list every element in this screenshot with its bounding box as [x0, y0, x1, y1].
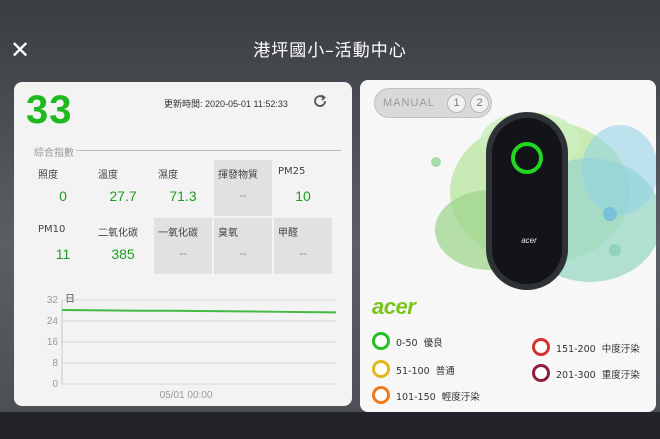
chart-legend-label: 日	[65, 294, 75, 305]
chart-x-tick-label: 05/01 00:00	[160, 390, 213, 401]
legend-ring-icon	[372, 386, 390, 404]
mode-label: MANUAL	[383, 97, 435, 109]
reading-label: 甲醛	[278, 228, 298, 239]
chart-y-tick-label: 32	[47, 295, 59, 306]
chart-y-tick-label: 24	[47, 316, 59, 327]
chart-y-tick-label: 16	[47, 337, 59, 348]
reading-value: 27.7	[109, 188, 137, 204]
reading-value: 385	[111, 246, 135, 262]
divider	[76, 150, 341, 151]
top-bar: ✕ 港坪國小–活動中心	[0, 0, 660, 80]
reading-value: --	[179, 248, 187, 260]
reading-label: 溫度	[98, 170, 118, 181]
legend-text: 0-50 優良	[396, 338, 443, 349]
reading-label: 一氧化碳	[158, 228, 198, 239]
reading-pm25: PM25 10	[274, 160, 332, 216]
chart-series-line	[61, 308, 337, 314]
chart-y-tick-label: 8	[52, 358, 58, 369]
legend-text: 101-150 輕度汙染	[396, 392, 480, 403]
trend-chart: 32 24 16 8 0 日 05/01 00:00	[28, 292, 348, 404]
reading-label: PM10	[38, 224, 66, 235]
reading-value: 0	[59, 188, 67, 204]
mode-button-2[interactable]: 2	[470, 94, 489, 113]
update-time: 更新時間: 2020-05-01 11:52:33	[164, 99, 288, 109]
reading-pm10: PM10 11	[34, 218, 92, 274]
legend-ring-icon	[372, 332, 390, 350]
reading-value: --	[239, 190, 247, 202]
sensor-panel: 33 更新時間: 2020-05-01 11:52:33 綜合指數 照度 0 溫…	[14, 82, 352, 406]
legend-ring-icon	[532, 338, 550, 356]
reading-value: 71.3	[169, 188, 197, 204]
reading-value: --	[299, 248, 307, 260]
reading-value: 10	[295, 188, 311, 204]
trend-chart-svg: 32 24 16 8 0 日 05/01 00:00	[47, 294, 337, 401]
refresh-icon[interactable]	[312, 93, 328, 109]
reading-illuminance: 照度 0	[34, 160, 92, 216]
reading-value: --	[239, 248, 247, 260]
reading-label: 照度	[38, 170, 58, 181]
reading-humidity: 濕度 71.3	[154, 160, 212, 216]
reading-label: 濕度	[158, 170, 178, 181]
device-panel: acer MANUAL 1 2 acer 0-50 優良 51-100 普通 1…	[360, 80, 656, 412]
reading-temperature: 溫度 27.7	[94, 160, 152, 216]
bezel-bottom	[0, 412, 660, 439]
reading-co: 一氧化碳 --	[154, 218, 212, 274]
reading-label: 二氧化碳	[98, 228, 138, 239]
chart-y-tick-label: 0	[52, 379, 58, 390]
reading-label: 揮發物質	[218, 170, 258, 181]
reading-label: PM25	[278, 166, 306, 177]
legend-text: 151-200 中度汙染	[556, 344, 640, 355]
aqi-label: 綜合指數	[34, 148, 74, 159]
legend-ring-icon	[372, 360, 390, 378]
device-logo: acer	[521, 236, 537, 245]
reading-formaldehyde: 甲醛 --	[274, 218, 332, 274]
reading-value: 11	[55, 246, 71, 262]
page-title: 港坪國小–活動中心	[253, 41, 407, 61]
legend-text: 51-100 普通	[396, 366, 455, 377]
reading-label: 臭氧	[218, 228, 238, 239]
legend-ring-icon	[532, 364, 550, 382]
reading-voc: 揮發物質 --	[214, 160, 272, 216]
reading-co2: 二氧化碳 385	[94, 218, 152, 274]
legend-text: 201-300 重度汙染	[556, 370, 640, 381]
brand-logo: acer	[372, 294, 416, 319]
aqi-value: 33	[26, 88, 73, 132]
mode-selector: MANUAL 1 2	[374, 88, 492, 118]
mode-button-1[interactable]: 1	[447, 94, 466, 113]
reading-ozone: 臭氧 --	[214, 218, 272, 274]
